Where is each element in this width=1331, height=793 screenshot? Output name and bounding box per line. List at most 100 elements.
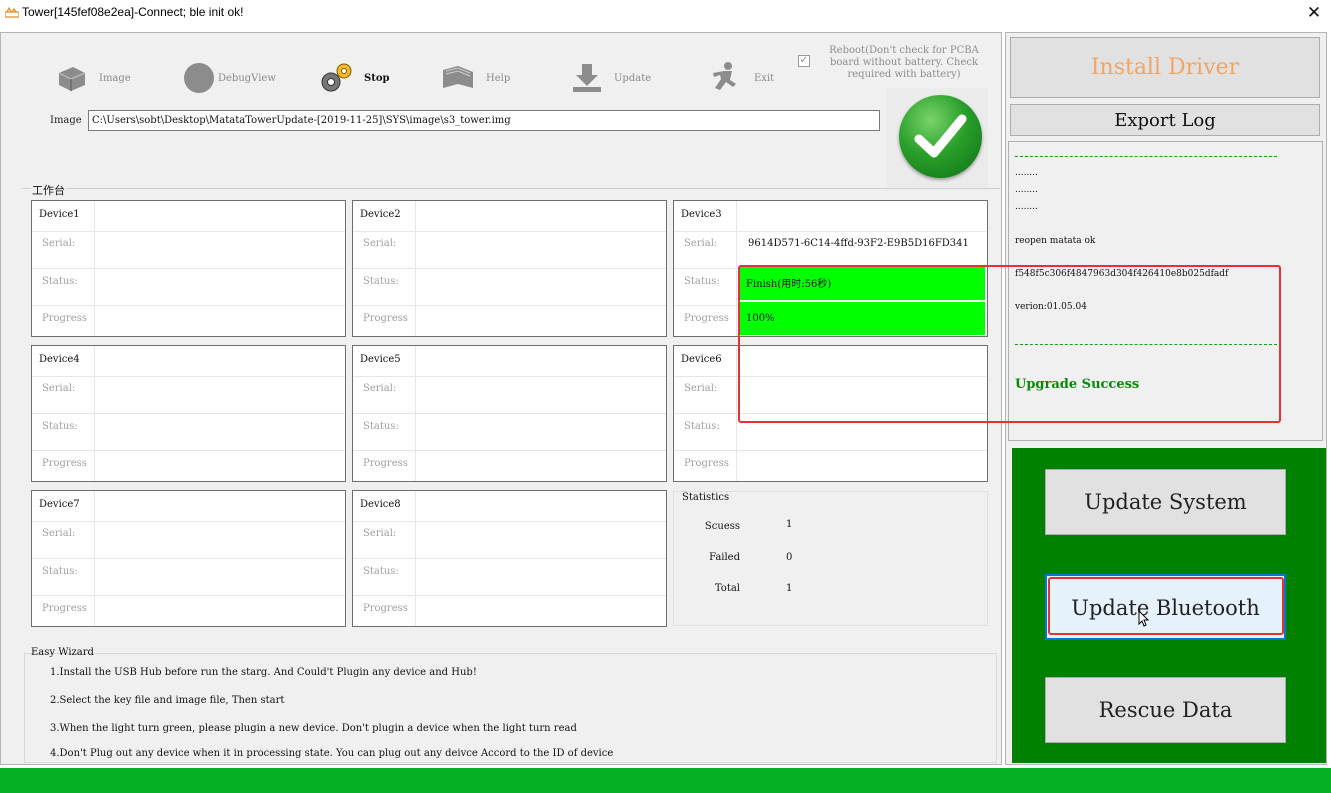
progress-label: Progress [363,458,408,469]
book-icon [443,66,473,88]
status-label: Status: [363,276,399,287]
wizard-step-4: 4.Don't Plug out any device when it in p… [50,748,614,759]
serial-label: Serial: [684,238,718,249]
device-panel-3: Device3 Serial: Status: Progress 9614D57… [673,200,988,337]
rescue-data-button[interactable]: Rescue Data [1045,677,1286,743]
progress-value: 100% [746,313,775,324]
device-panel-1: Device1 Serial: Status: Progress [31,200,346,337]
progress-label: Progress [42,458,87,469]
status-label: Status: [42,276,78,287]
device-panel-7: Device7 Serial: Status: Progress [31,490,346,627]
app-icon [5,6,19,18]
image-path-label: Image [50,115,82,126]
toolbar-debugview-button[interactable]: DebugView [182,60,276,96]
easy-wizard-title: Easy Wizard [31,647,94,658]
serial-label: Serial: [363,383,397,394]
serial-value: 9614D571-6C14-4ffd-93F2-E9B5D16FD341 [748,238,969,249]
statistics-title: Statistics [682,492,730,503]
failed-count-value: 0 [786,552,793,563]
update-bluetooth-button[interactable]: Update Bluetooth [1045,574,1286,640]
mouse-cursor-icon [1138,610,1150,627]
status-label: Status: [363,421,399,432]
device-panel-2: Device2 Serial: Status: Progress [352,200,667,337]
progress-label: Progress [684,458,729,469]
wizard-step-2: 2.Select the key file and image file, Th… [50,695,285,706]
device-name: Device8 [360,499,401,510]
window-title: Tower[145fef08e2ea]-Connect; ble init ok… [22,5,244,19]
export-log-button[interactable]: Export Log [1010,104,1320,136]
reboot-checkbox[interactable]: ✓ [798,55,810,67]
green-check-icon [899,95,982,178]
device-panel-4: Device4 Serial: Status: Progress [31,345,346,482]
toolbar-help-button[interactable]: Help [440,60,510,96]
toolbar-debugview-label: DebugView [218,72,276,84]
device-name: Device2 [360,209,401,220]
failed-count-label: Failed [709,552,740,563]
overall-progress-bar [0,768,1331,793]
serial-label: Serial: [684,383,718,394]
serial-label: Serial: [42,528,76,539]
serial-label: Serial: [42,238,76,249]
log-output: ........ ........ ........ reopen matata… [1008,141,1323,441]
install-driver-button[interactable]: Install Driver [1010,37,1320,98]
status-label: Status: [42,421,78,432]
toolbar-update-label: Update [614,72,652,84]
total-count-label: Total [714,583,740,594]
serial-label: Serial: [363,528,397,539]
device-panel-6: Device6 Serial: Status: Progress [673,345,988,482]
title-bar: Tower[145fef08e2ea]-Connect; ble init ok… [0,0,1331,26]
device-panel-5: Device5 Serial: Status: Progress [352,345,667,482]
status-label: Status: [42,566,78,577]
status-light [887,88,988,190]
progress-label: Progress [42,603,87,614]
toolbar-update-button[interactable]: Update [570,60,651,96]
status-label: Status: [684,421,720,432]
disk-icon [58,67,86,91]
progress-label: Progress [363,313,408,324]
log-line: ........ [1015,202,1038,212]
device-name: Device4 [39,354,80,365]
toolbar-stop-label: Stop [364,72,390,84]
status-label: Status: [684,276,720,287]
upgrade-success-text: Upgrade Success [1015,377,1140,392]
statistics-panel: Statistics Scuess 1 Failed 0 Total 1 [673,491,988,626]
success-count-value: 1 [786,519,793,530]
close-button[interactable]: ✕ [1299,0,1329,26]
update-system-button[interactable]: Update System [1045,469,1286,535]
device-name: Device7 [39,499,80,510]
log-line: reopen matata ok [1015,236,1096,246]
device-name: Device5 [360,354,401,365]
gears-icon [321,63,352,92]
serial-label: Serial: [363,238,397,249]
device-name: Device6 [681,354,722,365]
status-value: Finish(用时:56秒) [746,279,832,290]
circle-icon [184,63,214,93]
status-label: Status: [363,566,399,577]
log-line: ........ [1015,168,1038,178]
success-count-label: Scuess [704,521,740,532]
toolbar-exit-label: Exit [754,72,775,84]
toolbar-image-button[interactable]: Image [55,60,131,96]
running-man-icon [713,62,736,90]
toolbar-image-label: Image [99,72,131,84]
progress-fill [739,302,985,335]
log-line: ........ [1015,185,1038,195]
download-arrow-icon [573,64,601,92]
device-panel-8: Device8 Serial: Status: Progress [352,490,667,627]
progress-label: Progress [42,313,87,324]
reboot-option-label: Reboot(Don't check for PCBA board withou… [829,45,979,80]
progress-label: Progress [363,603,408,614]
toolbar-help-label: Help [486,72,511,84]
image-path-field[interactable]: C:\Users\sobt\Desktop\MatataTowerUpdate-… [88,110,880,131]
device-name: Device3 [681,209,722,220]
device-name: Device1 [39,209,80,220]
toolbar-exit-button[interactable]: Exit [708,60,774,96]
log-line: verion:01.05.04 [1015,302,1087,312]
wizard-step-1: 1.Install the USB Hub before run the sta… [50,667,477,678]
serial-label: Serial: [42,383,76,394]
toolbar-stop-button[interactable]: Stop [318,60,390,96]
wizard-step-3: 3.When the light turn green, please plug… [50,723,577,734]
total-count-value: 1 [786,583,793,594]
workbench-label: 工作台 [31,182,66,198]
log-line: f548f5c306f4847963d304f426410e8b025dfadf [1015,269,1229,279]
